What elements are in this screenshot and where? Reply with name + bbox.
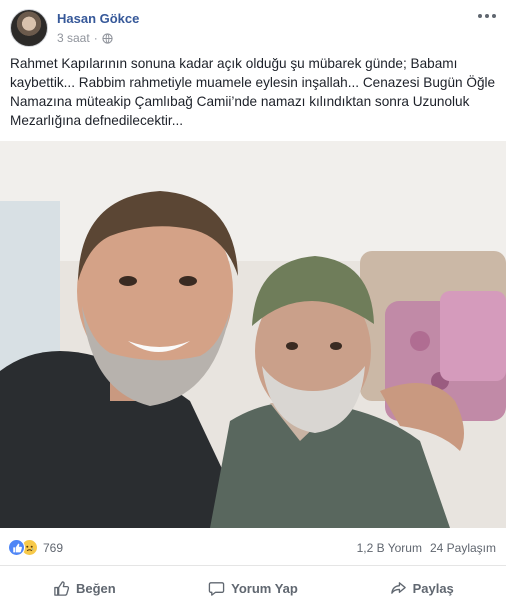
post-text: Rahmet Kapılarının sonuna kadar açık old… <box>10 56 496 128</box>
facebook-post: Hasan Gökce 3 saat · Rahmet Kapılarının … <box>0 0 506 607</box>
more-horizontal-icon[interactable] <box>476 8 498 24</box>
stats-right: 1,2 B Yorum 24 Paylaşım <box>357 541 496 555</box>
post-stats: 769 1,2 B Yorum 24 Paylaşım <box>0 528 506 566</box>
post-photo[interactable] <box>0 141 506 528</box>
comment-count[interactable]: 1,2 B Yorum <box>357 541 422 555</box>
thumbs-up-icon <box>54 580 70 596</box>
reaction-summary[interactable]: 769 <box>8 539 63 556</box>
share-label: Paylaş <box>412 580 454 596</box>
share-icon <box>390 581 406 594</box>
like-reaction-icon <box>8 539 25 556</box>
globe-icon[interactable] <box>102 32 113 44</box>
meta-separator: · <box>93 31 98 45</box>
post-actions: Beğen Yorum Yap Paylaş <box>0 570 506 606</box>
like-button[interactable]: Beğen <box>0 570 169 606</box>
post-meta: 3 saat · <box>57 31 113 45</box>
post-header: Hasan Gökce 3 saat · <box>0 0 506 52</box>
author-avatar[interactable] <box>10 9 48 47</box>
post-timestamp[interactable]: 3 saat <box>57 31 90 45</box>
reaction-count: 769 <box>43 540 64 555</box>
comment-button[interactable]: Yorum Yap <box>169 570 338 606</box>
author-name[interactable]: Hasan Gökce <box>57 11 139 26</box>
like-label: Beğen <box>75 580 116 596</box>
share-count[interactable]: 24 Paylaşım <box>430 541 496 555</box>
photo-selfie <box>0 141 506 528</box>
comment-label: Yorum Yap <box>231 580 298 596</box>
comment-icon <box>208 581 225 596</box>
share-button[interactable]: Paylaş <box>337 570 506 606</box>
